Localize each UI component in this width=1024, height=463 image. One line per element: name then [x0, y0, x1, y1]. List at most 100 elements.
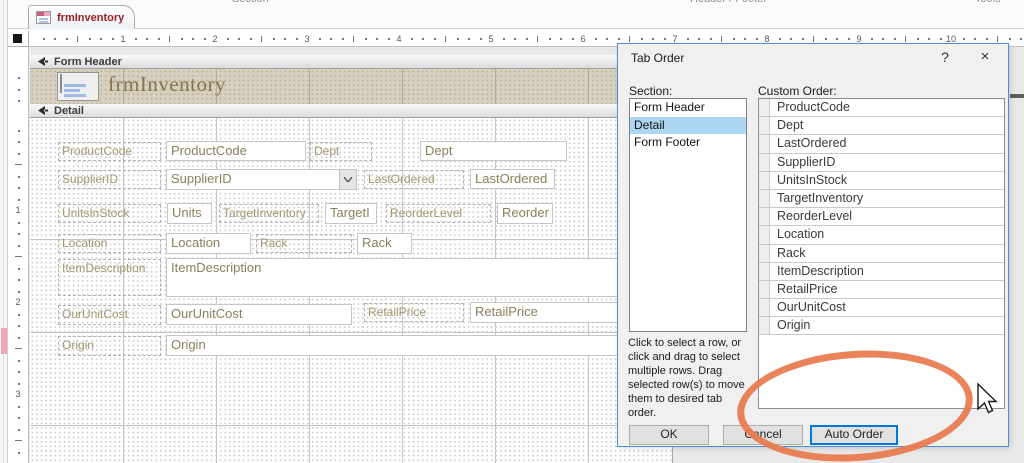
- textbox-origin[interactable]: Origin: [166, 335, 636, 356]
- ruler-tick: [571, 38, 574, 40]
- textbox-itemdescription[interactable]: ItemDescription: [166, 258, 636, 297]
- row-selector-cell[interactable]: [759, 299, 770, 317]
- textbox-retailprice[interactable]: RetailPrice: [470, 302, 632, 323]
- detail-section-bar[interactable]: Detail: [30, 104, 672, 118]
- ruler-tick: [445, 36, 446, 42]
- form-design-surface[interactable]: Form Header frmInventory Detail ProductC…: [30, 55, 673, 463]
- label-ourunitcost[interactable]: OurUnitCost: [58, 305, 161, 325]
- custom-order-item-label: TargetInventory: [777, 190, 864, 205]
- dialog-titlebar[interactable]: Tab Order ? ×: [618, 44, 1008, 72]
- row-selector-cell[interactable]: [759, 153, 770, 171]
- ruler-tick: [813, 36, 814, 42]
- label-productcode[interactable]: ProductCode: [58, 142, 161, 161]
- textbox-dept[interactable]: Dept: [420, 141, 567, 161]
- textbox-productcode[interactable]: ProductCode: [166, 141, 306, 161]
- row-selector-cell[interactable]: [759, 226, 770, 244]
- label-unitsinstock[interactable]: UnitsInStock: [58, 204, 161, 223]
- ruler-tick: [18, 221, 20, 224]
- custom-order-listbox[interactable]: ProductCode Dept LastOrdered SupplierID: [758, 98, 1005, 409]
- ruler-number: 1: [120, 34, 126, 44]
- section-list-label: Section:: [629, 84, 673, 98]
- combobox-supplierid[interactable]: SupplierID: [166, 169, 357, 190]
- textbox-ourunitcost[interactable]: OurUnitCost: [166, 304, 352, 325]
- form-title-label[interactable]: frmInventory: [108, 72, 226, 97]
- ruler-tick: [985, 38, 988, 40]
- form-logo-image[interactable]: [57, 72, 99, 101]
- label-location[interactable]: Location: [58, 234, 161, 253]
- ruler-tick: [169, 36, 170, 42]
- section-listbox[interactable]: Form Header Detail Form Footer: [629, 98, 747, 332]
- label-origin[interactable]: Origin: [58, 336, 161, 356]
- ruler-tick: [238, 38, 240, 40]
- custom-order-row[interactable]: Rack: [759, 244, 1004, 263]
- help-button[interactable]: ?: [928, 44, 962, 70]
- custom-order-item-label: UnitsInStock: [777, 172, 848, 187]
- label-lastordered[interactable]: LastOrdered: [364, 170, 464, 189]
- ruler-tick: [939, 38, 942, 40]
- row-selector-cell[interactable]: [759, 280, 770, 299]
- custom-order-row[interactable]: ReorderLevel: [759, 208, 1004, 227]
- row-selector-cell[interactable]: [759, 317, 770, 335]
- ruler-tick: [15, 164, 22, 165]
- custom-order-row[interactable]: RetailPrice: [759, 280, 1004, 300]
- row-selector-cell[interactable]: [759, 117, 770, 135]
- row-selector-cell[interactable]: [759, 171, 770, 189]
- vertical-ruler[interactable]: 1 2 3: [8, 47, 29, 463]
- textbox-location[interactable]: Location: [166, 233, 251, 254]
- custom-order-row[interactable]: Location: [759, 226, 1004, 245]
- form-header-band[interactable]: frmInventory: [30, 69, 672, 104]
- custom-order-row[interactable]: TargetInventory: [759, 189, 1004, 209]
- textbox-lastordered[interactable]: LastOrdered: [470, 169, 555, 189]
- form-window-icon: [60, 74, 86, 97]
- ruler-tick: [15, 348, 22, 349]
- row-selector-cell[interactable]: [759, 262, 770, 280]
- section-list-item[interactable]: Detail: [630, 116, 746, 134]
- ruler-tick: [870, 38, 873, 40]
- cancel-button[interactable]: Cancel: [723, 425, 803, 445]
- ruler-tick: [928, 38, 930, 40]
- close-icon[interactable]: ×: [968, 44, 1002, 70]
- ruler-tick: [732, 38, 735, 40]
- custom-order-row[interactable]: SupplierID: [759, 153, 1004, 172]
- textbox-unitsinstock[interactable]: Units: [167, 203, 212, 224]
- ruler-tick: [18, 417, 20, 419]
- label-retailprice[interactable]: RetailPrice: [364, 303, 464, 322]
- auto-order-button[interactable]: Auto Order: [810, 425, 898, 445]
- custom-order-row[interactable]: Origin: [759, 317, 1004, 336]
- ok-button[interactable]: OK: [629, 425, 709, 445]
- label-rack[interactable]: Rack: [256, 234, 352, 253]
- ruler-tick: [88, 38, 91, 40]
- custom-order-row[interactable]: Dept: [759, 117, 1004, 136]
- document-tab-frminventory[interactable]: frmInventory: [28, 5, 136, 29]
- label-reorderlevel[interactable]: ReorderLevel: [386, 204, 491, 223]
- label-targetinventory[interactable]: TargetInventory: [219, 204, 319, 223]
- dropdown-arrow-icon[interactable]: [339, 170, 356, 189]
- label-dept[interactable]: Dept: [310, 142, 372, 161]
- ruler-tick: [18, 290, 20, 293]
- row-selector-cell[interactable]: [759, 189, 770, 208]
- ruler-tick: [18, 279, 20, 281]
- custom-order-row[interactable]: OurUnitCost: [759, 299, 1004, 318]
- ruler-tick: [433, 38, 436, 40]
- row-selector-cell[interactable]: [759, 135, 770, 153]
- textbox-reorderlevel[interactable]: Reorder: [497, 203, 553, 224]
- label-supplierid[interactable]: SupplierID: [58, 170, 161, 189]
- textbox-targetinventory[interactable]: TargetI: [325, 203, 377, 224]
- row-selector-cell[interactable]: [759, 244, 770, 262]
- section-list-item[interactable]: Form Header: [630, 99, 746, 117]
- row-selector-cell[interactable]: [759, 99, 770, 117]
- label-itemdescription[interactable]: ItemDescription: [58, 259, 161, 296]
- row-selector-cell[interactable]: [759, 208, 770, 226]
- textbox-rack[interactable]: Rack: [357, 233, 412, 254]
- section-list-item[interactable]: Form Footer: [630, 134, 746, 152]
- ribbon-group-caption: Tools: [975, 0, 1001, 5]
- form-selector-corner[interactable]: [8, 31, 29, 47]
- ruler-tick: [18, 359, 20, 362]
- ruler-tick: [272, 38, 275, 40]
- custom-order-row[interactable]: ProductCode: [759, 99, 1004, 118]
- ruler-tick: [330, 38, 332, 40]
- custom-order-row[interactable]: ItemDescription: [759, 262, 1004, 281]
- form-header-section-bar[interactable]: Form Header: [30, 55, 672, 69]
- custom-order-row[interactable]: LastOrdered: [759, 135, 1004, 154]
- custom-order-row[interactable]: UnitsInStock: [759, 171, 1004, 190]
